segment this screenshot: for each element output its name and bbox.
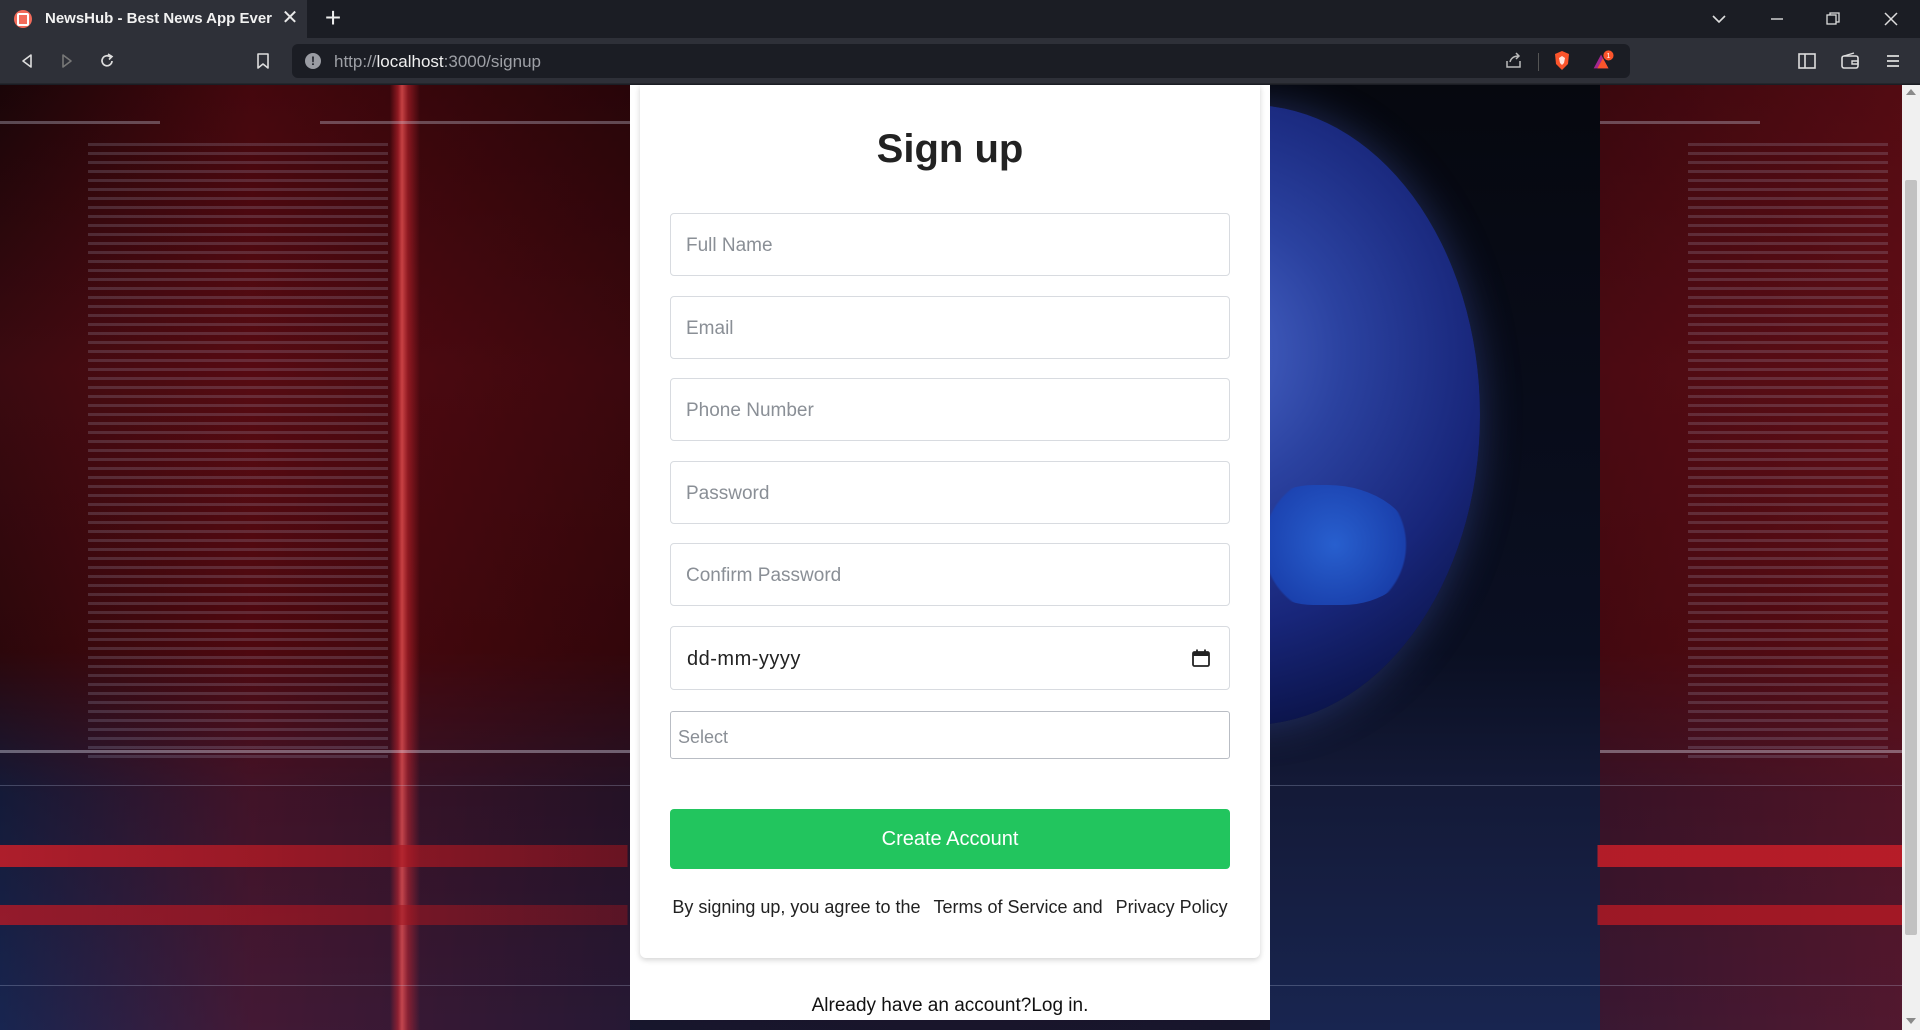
tab-strip: NewsHub - Best News App Ever ✕ + — [0, 0, 1920, 38]
reload-icon[interactable] — [94, 48, 120, 74]
page-title: Sign up — [876, 127, 1024, 171]
brave-shields-icon[interactable] — [1550, 49, 1574, 73]
brave-rewards-icon[interactable]: 1 — [1590, 49, 1614, 73]
create-account-button[interactable]: Create Account — [670, 809, 1230, 869]
login-link[interactable]: Log in. — [1031, 995, 1088, 1016]
url-separator — [1538, 53, 1539, 71]
browser-toolbar: ! http://localhost:3000/signup 1 — [0, 38, 1920, 84]
close-tab-icon[interactable]: ✕ — [278, 6, 302, 30]
decor-line — [0, 121, 160, 124]
restore-icon[interactable] — [1818, 4, 1848, 34]
terms-notice: By signing up, you agree to the Terms of… — [640, 897, 1260, 918]
date-of-birth-field[interactable]: dd-mm-yyyy — [670, 626, 1230, 690]
url-path: :3000/signup — [443, 52, 542, 71]
tab-title: NewsHub - Best News App Ever — [45, 10, 272, 27]
select-dropdown[interactable]: Select — [670, 711, 1230, 759]
page-scrollbar[interactable] — [1902, 85, 1920, 1030]
privacy-policy-link[interactable]: Privacy Policy — [1116, 897, 1228, 917]
phone-number-field[interactable]: Phone Number — [670, 378, 1230, 441]
password-placeholder: Password — [686, 483, 770, 504]
share-icon[interactable] — [1502, 49, 1526, 73]
rewards-badge: 1 — [1606, 51, 1610, 60]
scroll-down-arrow-icon[interactable] — [1906, 1018, 1916, 1024]
full-name-field[interactable]: Full Name — [670, 213, 1230, 276]
url-host: localhost — [376, 52, 444, 71]
email-placeholder: Email — [686, 318, 734, 339]
decor-line — [1600, 121, 1760, 124]
terms-of-service-link[interactable]: Terms of Service — [934, 897, 1068, 917]
calendar-icon[interactable] — [1191, 648, 1211, 668]
confirm-password-field[interactable]: Confirm Password — [670, 543, 1230, 606]
forward-icon[interactable] — [54, 48, 80, 74]
site-info-icon[interactable]: ! — [305, 53, 321, 69]
wallet-icon[interactable] — [1837, 48, 1863, 74]
phone-number-placeholder: Phone Number — [686, 400, 814, 421]
terms-and: and — [1072, 897, 1103, 917]
confirm-password-placeholder: Confirm Password — [686, 565, 842, 586]
full-name-placeholder: Full Name — [686, 235, 773, 256]
email-field[interactable]: Email — [670, 296, 1230, 359]
minimize-icon[interactable] — [1762, 4, 1792, 34]
tab-search-chevron-icon[interactable] — [1704, 4, 1734, 34]
terms-prefix: By signing up, you agree to the — [672, 897, 921, 917]
back-icon[interactable] — [14, 48, 40, 74]
page-viewport: Sign up Full Name Email Phone Number Pas… — [0, 85, 1902, 1030]
sidebar-icon[interactable] — [1794, 48, 1820, 74]
url-scheme: http:// — [334, 52, 377, 71]
decor-code-texture-right — [1688, 143, 1888, 763]
signup-form: Sign up Full Name Email Phone Number Pas… — [640, 85, 1260, 958]
close-window-icon[interactable] — [1876, 4, 1906, 34]
login-prefix: Already have an account? — [811, 995, 1032, 1016]
address-bar[interactable]: ! http://localhost:3000/signup 1 — [292, 44, 1630, 78]
new-tab-button[interactable]: + — [318, 4, 348, 34]
scroll-up-arrow-icon[interactable] — [1906, 89, 1916, 95]
decor-line — [320, 121, 630, 124]
menu-icon[interactable] — [1880, 48, 1906, 74]
url-text[interactable]: http://localhost:3000/signup — [334, 52, 541, 72]
select-placeholder: Select — [678, 727, 729, 747]
decor-code-texture-left — [88, 143, 388, 763]
scrollbar-thumb[interactable] — [1905, 180, 1917, 935]
login-prompt: Already have an account?Log in. — [630, 995, 1270, 1017]
newshub-favicon-icon — [14, 10, 32, 28]
password-field[interactable]: Password — [670, 461, 1230, 524]
date-placeholder: dd-mm-yyyy — [687, 648, 801, 670]
browser-tab[interactable]: NewsHub - Best News App Ever ✕ — [0, 0, 307, 38]
bookmark-icon[interactable] — [250, 48, 276, 74]
